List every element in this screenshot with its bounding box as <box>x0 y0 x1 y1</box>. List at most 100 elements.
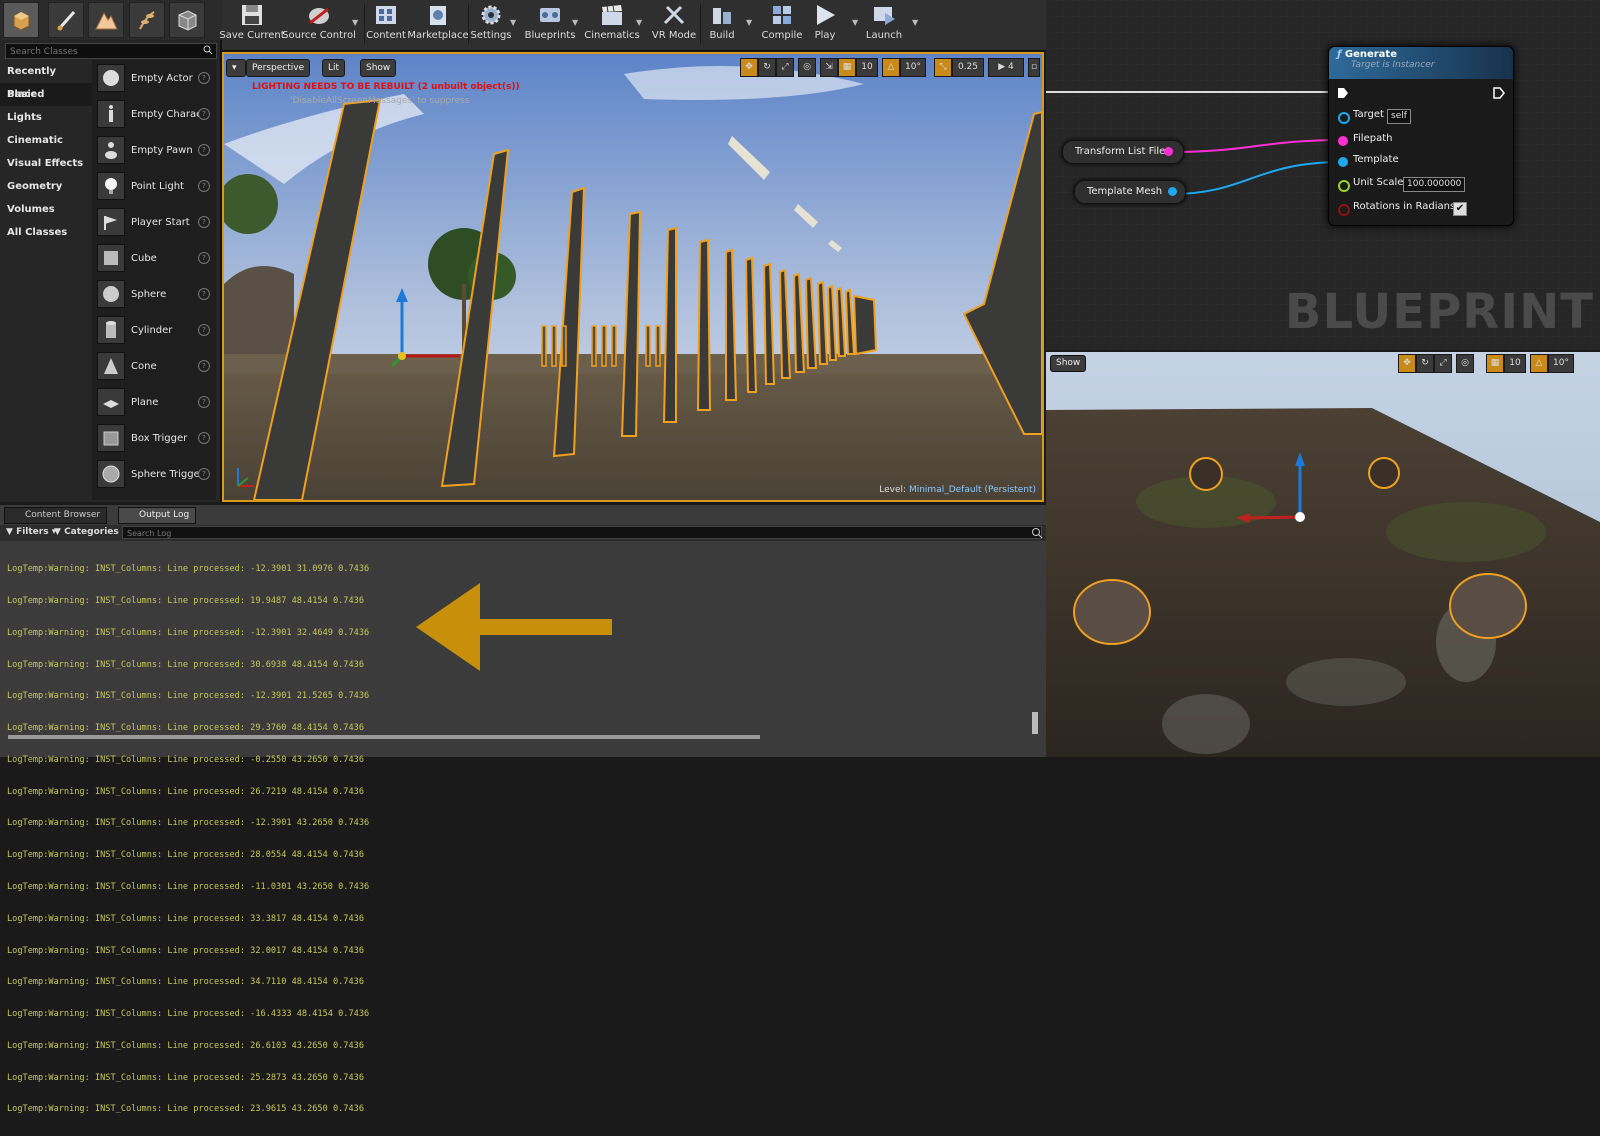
class-item-empty-pawn[interactable]: Empty Pawn? <box>92 132 216 168</box>
chevron-down-icon[interactable]: ▼ <box>352 18 360 27</box>
transform-list-file-node[interactable]: Transform List File <box>1062 140 1184 164</box>
rotation-snap-value[interactable]: 10° <box>900 58 926 77</box>
rotations-in-radians-checkbox[interactable]: ✔ <box>1453 202 1467 216</box>
maximize-viewport-button[interactable]: ▫ <box>1028 58 1040 77</box>
settings-button[interactable]: Settings <box>471 2 512 46</box>
log-vertical-scrollbar[interactable] <box>1032 712 1038 734</box>
category-recently-placed[interactable]: Recently Placed <box>0 60 92 100</box>
place-mode-button[interactable] <box>3 2 39 38</box>
chevron-down-icon[interactable]: ▼ <box>636 18 644 27</box>
help-icon[interactable]: ? <box>198 288 210 300</box>
rotation-snap-value[interactable]: 10° <box>1548 354 1574 373</box>
surface-snap-button[interactable]: ⇲ <box>820 58 838 77</box>
paint-mode-button[interactable] <box>48 2 84 38</box>
foliage-mode-button[interactable] <box>129 2 165 38</box>
tab-content-browser[interactable]: Content Browser <box>4 507 108 524</box>
class-item-plane[interactable]: Plane? <box>92 384 216 420</box>
rotate-gizmo-button[interactable]: ↻ <box>1416 354 1434 373</box>
chevron-down-icon[interactable]: ▼ <box>912 18 920 27</box>
class-item-point-light[interactable]: Point Light? <box>92 168 216 204</box>
target-pin[interactable] <box>1338 112 1350 124</box>
grid-snap-toggle[interactable]: ▦ <box>1486 354 1504 373</box>
help-icon[interactable]: ? <box>198 324 210 336</box>
filepath-output-pin[interactable] <box>1164 147 1173 156</box>
class-item-player-start[interactable]: Player Start? <box>92 204 216 240</box>
geometry-mode-button[interactable] <box>169 2 205 38</box>
help-icon[interactable]: ? <box>198 396 210 408</box>
target-value[interactable]: self <box>1387 109 1411 124</box>
search-classes-input[interactable] <box>6 46 194 58</box>
secondary-viewport[interactable]: Show ✥ ↻ ⤢ ◎ ▦ 10 △ 10° <box>1046 352 1600 757</box>
perspective-button[interactable]: Perspective <box>246 59 311 77</box>
level-viewport[interactable]: ▾ Perspective Lit Show LIGHTING NEEDS TO… <box>222 52 1044 502</box>
source-control-button[interactable]: Source Control <box>282 2 356 46</box>
build-button[interactable]: Build <box>704 2 740 46</box>
generate-function-node[interactable]: ƒ Generate Target is Instancer Target se… <box>1328 46 1514 226</box>
help-icon[interactable]: ? <box>198 72 210 84</box>
blueprint-graph[interactable]: Transform List File Template Mesh ƒ Gene… <box>1046 0 1600 350</box>
viewport-options-button[interactable]: ▾ <box>226 59 246 77</box>
launch-button[interactable]: Launch <box>866 2 902 46</box>
category-volumes[interactable]: Volumes <box>0 198 92 221</box>
category-visual-effects[interactable]: Visual Effects <box>0 152 92 175</box>
search-log-input[interactable]: Search Log <box>122 526 1042 539</box>
grid-snap-value[interactable]: 10 <box>1504 354 1526 373</box>
world-space-button[interactable]: ◎ <box>798 58 816 77</box>
help-icon[interactable]: ? <box>198 360 210 372</box>
camera-speed-button[interactable]: ▶ 4 <box>988 58 1024 77</box>
exec-output-pin[interactable] <box>1493 87 1505 99</box>
class-item-box-trigger[interactable]: Box Trigger? <box>92 420 216 456</box>
template-mesh-node[interactable]: Template Mesh <box>1074 180 1186 204</box>
content-button[interactable]: Content <box>366 2 406 46</box>
chevron-down-icon[interactable]: ▼ <box>746 18 754 27</box>
grid-snap-toggle[interactable]: ▦ <box>838 58 856 77</box>
rotation-snap-toggle[interactable]: △ <box>882 58 900 77</box>
compile-button[interactable]: Compile <box>760 2 804 46</box>
play-button[interactable]: Play <box>808 2 842 46</box>
help-icon[interactable]: ? <box>198 144 210 156</box>
scale-gizmo-button[interactable]: ⤢ <box>1434 354 1452 373</box>
vr-mode-button[interactable]: VR Mode <box>652 2 696 46</box>
class-item-sphere[interactable]: Sphere? <box>92 276 216 312</box>
help-icon[interactable]: ? <box>198 180 210 192</box>
tab-output-log[interactable]: Output Log <box>118 507 197 524</box>
category-cinematic[interactable]: Cinematic <box>0 129 92 152</box>
help-icon[interactable]: ? <box>198 468 210 480</box>
help-icon[interactable]: ? <box>198 216 210 228</box>
class-item-cone[interactable]: Cone? <box>92 348 216 384</box>
help-icon[interactable]: ? <box>198 252 210 264</box>
help-icon[interactable]: ? <box>198 108 210 120</box>
category-lights[interactable]: Lights <box>0 106 92 129</box>
class-item-cylinder[interactable]: Cylinder? <box>92 312 216 348</box>
object-output-pin[interactable] <box>1168 187 1177 196</box>
rotate-gizmo-button[interactable]: ↻ <box>758 58 776 77</box>
category-basic[interactable]: Basic <box>0 83 92 106</box>
category-geometry[interactable]: Geometry <box>0 175 92 198</box>
search-classes-field[interactable] <box>5 43 217 59</box>
translate-gizmo-button[interactable]: ✥ <box>740 58 758 77</box>
unit-scale-pin[interactable] <box>1338 180 1350 192</box>
exec-input-pin[interactable] <box>1337 87 1349 99</box>
filepath-pin[interactable] <box>1338 136 1348 146</box>
save-current-button[interactable]: Save Current <box>219 2 285 46</box>
chevron-down-icon[interactable]: ▼ <box>572 18 580 27</box>
world-space-button[interactable]: ◎ <box>1456 354 1474 373</box>
class-item-cube[interactable]: Cube? <box>92 240 216 276</box>
scale-snap-value[interactable]: 0.25 <box>952 58 984 77</box>
template-pin[interactable] <box>1338 157 1348 167</box>
show-button[interactable]: Show <box>360 59 397 77</box>
class-item-empty-character[interactable]: Empty Charact? <box>92 96 216 132</box>
marketplace-button[interactable]: Marketplace <box>407 2 469 46</box>
landscape-mode-button[interactable] <box>88 2 124 38</box>
rotations-in-radians-pin[interactable] <box>1338 204 1350 216</box>
help-icon[interactable]: ? <box>198 432 210 444</box>
lit-button[interactable]: Lit <box>322 59 346 77</box>
grid-snap-value[interactable]: 10 <box>856 58 878 77</box>
class-item-empty-actor[interactable]: Empty Actor? <box>92 60 216 96</box>
chevron-down-icon[interactable]: ▼ <box>852 18 860 27</box>
show-button[interactable]: Show <box>1050 355 1087 372</box>
scale-gizmo-button[interactable]: ⤢ <box>776 58 794 77</box>
cinematics-button[interactable]: Cinematics <box>584 2 640 46</box>
unit-scale-value[interactable]: 100.000000 <box>1403 177 1466 192</box>
class-item-sphere-trigger[interactable]: Sphere Trigger? <box>92 456 216 492</box>
